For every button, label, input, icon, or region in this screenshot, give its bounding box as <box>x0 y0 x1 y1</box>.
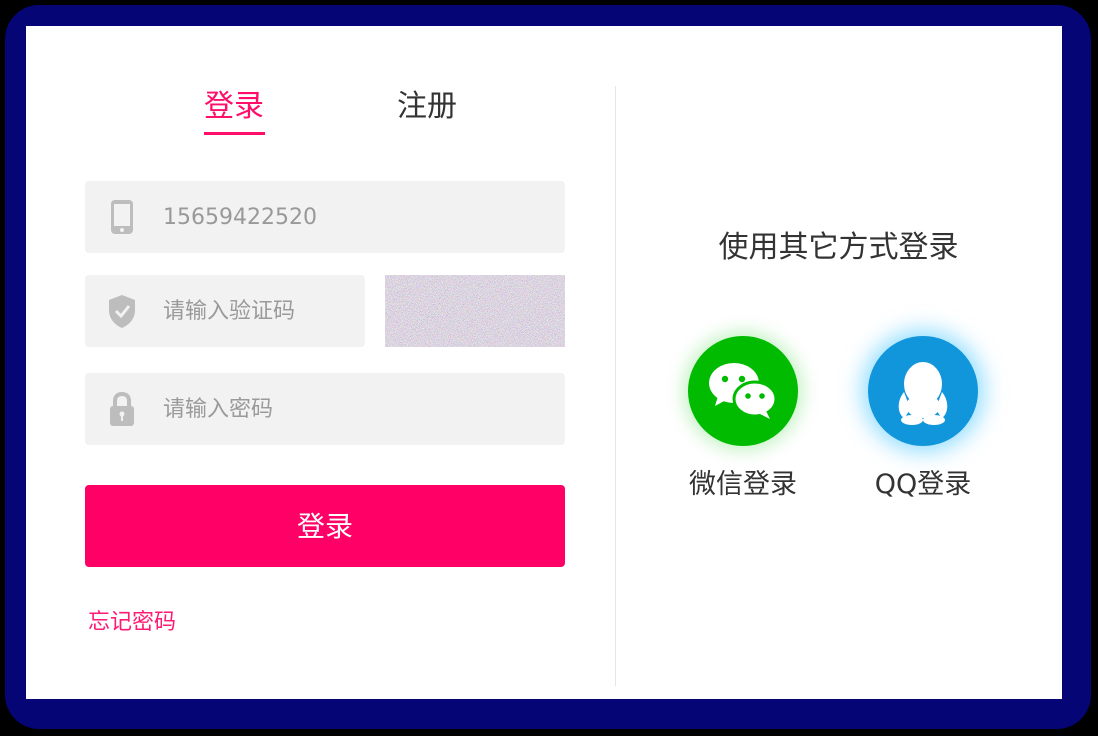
forgot-password-link[interactable]: 忘记密码 <box>88 604 176 636</box>
password-field <box>85 373 565 445</box>
qq-login-label[interactable]: QQ登录 <box>858 462 988 501</box>
qq-icon <box>898 362 948 425</box>
other-login-title: 使用其它方式登录 <box>718 230 959 265</box>
qq-login[interactable]: QQ登录 <box>858 336 988 501</box>
verification-code-input[interactable] <box>163 275 353 347</box>
login-dialog: 登录 注册 15659422520 请输入验证码 登录 忘记密码 使用其它方式登… <box>26 26 1062 699</box>
login-button[interactable]: 登录 <box>85 485 565 567</box>
wechat-login-label[interactable]: 微信登录 <box>678 462 808 501</box>
phone-input[interactable] <box>163 181 543 253</box>
captcha-image[interactable] <box>385 275 565 347</box>
panel-divider <box>615 86 616 686</box>
qq-login-button[interactable] <box>868 336 978 446</box>
tab-register[interactable]: 注册 <box>397 88 457 126</box>
lock-icon <box>107 391 137 427</box>
password-input[interactable] <box>163 373 543 445</box>
phone-field <box>85 181 565 253</box>
wechat-login-button[interactable] <box>688 336 798 446</box>
wechat-icon <box>709 363 778 419</box>
verification-code-field <box>85 275 365 347</box>
active-tab-indicator <box>204 132 265 135</box>
tab-login[interactable]: 登录 <box>204 88 264 126</box>
phone-icon <box>107 199 137 235</box>
window-frame: 登录 注册 15659422520 请输入验证码 登录 忘记密码 使用其它方式登… <box>5 5 1091 729</box>
wechat-login[interactable]: 微信登录 <box>678 336 808 501</box>
shield-icon <box>107 293 137 329</box>
